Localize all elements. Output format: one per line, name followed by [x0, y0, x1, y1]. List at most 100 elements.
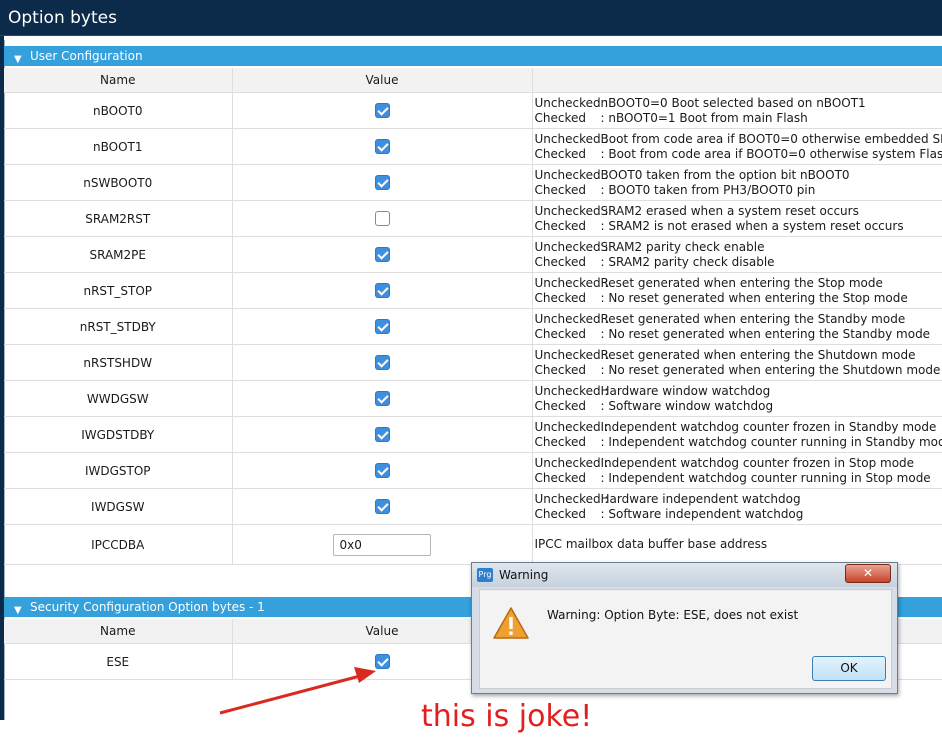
description-checked: Checked: Boot from code area if BOOT0=0 … [534, 146, 942, 161]
option-description: Unchecked :Reset generated when entering… [532, 272, 942, 309]
option-name: nBOOT1 [4, 128, 233, 165]
ok-button[interactable]: OK [812, 656, 886, 681]
option-name: ESE [4, 643, 233, 680]
description-checked: Checked: Software independent watchdog [534, 506, 804, 521]
dialog-title: Warning [499, 568, 549, 582]
option-description: Unchecked :Reset generated when entering… [532, 344, 942, 381]
option-name: SRAM2PE [4, 236, 233, 273]
option-checkbox[interactable] [374, 283, 390, 298]
col-header-description [532, 68, 942, 93]
ese-checkbox[interactable] [374, 654, 390, 669]
option-name: WWDGSW [4, 380, 233, 417]
option-name: IWDGSTOP [4, 452, 233, 489]
table-row: SRAM2PE Unchecked :SRAM2 parity check ena… [4, 236, 942, 273]
description-unchecked: Unchecked :nBOOT0=0 Boot selected based … [534, 95, 866, 110]
option-name: nBOOT0 [4, 92, 233, 129]
option-checkbox[interactable] [374, 319, 390, 334]
annotation-text: this is joke! [421, 699, 593, 734]
option-description: Unchecked :SRAM2 parity check enable Chec… [532, 236, 942, 273]
option-description: Unchecked :Hardware window watchdog Check… [532, 380, 942, 417]
user-config-table: Name Value nBOOT0 Unchecked :nBOOT0=0 Boo… [4, 68, 942, 565]
collapse-triangle-icon[interactable]: ▼ [14, 601, 22, 621]
description-checked: Checked: SRAM2 is not erased when a syst… [534, 218, 904, 233]
description-unchecked: Unchecked :Independent watchdog counter … [534, 455, 915, 470]
option-name: nSWBOOT0 [4, 164, 233, 201]
option-checkbox[interactable] [374, 175, 390, 190]
description-checked: Checked: Independent watchdog counter ru… [534, 470, 931, 485]
col-header-name[interactable]: Name [4, 68, 233, 93]
table-header-row: Name Value [4, 68, 942, 93]
warning-triangle-icon [493, 607, 529, 639]
option-checkbox[interactable] [374, 427, 390, 442]
option-description: Unchecked :nBOOT0=0 Boot selected based … [532, 92, 942, 129]
table-row-ipccdba: IPCCDBA 0x0 IPCC mailbox data buffer base … [4, 524, 942, 565]
description-unchecked: Unchecked :Hardware window watchdog [534, 383, 771, 398]
table-row: nRST_STOP Unchecked :Reset generated when… [4, 272, 942, 309]
option-description: Unchecked :Independent watchdog counter … [532, 452, 942, 489]
user-config-header[interactable]: ▼ User Configuration [4, 46, 942, 66]
option-description: Unchecked :Independent watchdog counter … [532, 416, 942, 453]
description-checked: Checked: BOOT0 taken from PH3/BOOT0 pin [534, 182, 816, 197]
description-checked: Checked: nBOOT0=1 Boot from main Flash [534, 110, 808, 125]
table-row: nRSTSHDW Unchecked :Reset generated when … [4, 344, 942, 381]
option-name: IWGDSTDBY [4, 416, 233, 453]
option-checkbox[interactable] [374, 391, 390, 406]
description-unchecked: Unchecked :BOOT0 taken from the option b… [534, 167, 850, 182]
table-row: SRAM2RST Unchecked :SRAM2 erased when a s… [4, 200, 942, 237]
option-description: Unchecked :BOOT0 taken from the option b… [532, 164, 942, 201]
dialog-body: Warning: Option Byte: ESE, does not exis… [479, 589, 892, 689]
option-name: IPCCDBA [4, 524, 233, 565]
option-checkbox[interactable] [374, 247, 390, 262]
description-checked: Checked: SRAM2 parity check disable [534, 254, 775, 269]
option-name: SRAM2RST [4, 200, 233, 237]
table-row: nSWBOOT0 Unchecked :BOOT0 taken from the … [4, 164, 942, 201]
table-row: IWDGSTOP Unchecked :Independent watchdog … [4, 452, 942, 489]
description-unchecked: Unchecked :Hardware independent watchdog [534, 491, 801, 506]
col-header-value[interactable]: Value [232, 68, 533, 93]
option-description: IPCC mailbox data buffer base address [532, 524, 942, 565]
table-row: IWDGSW Unchecked :Hardware independent wa… [4, 488, 942, 525]
description-unchecked: Unchecked :SRAM2 parity check enable [534, 239, 765, 254]
table-row: nBOOT1 Unchecked :Boot from code area if … [4, 128, 942, 165]
option-checkbox[interactable] [374, 355, 390, 370]
option-name: nRST_STOP [4, 272, 233, 309]
table-row: IWGDSTDBY Unchecked :Independent watchdog… [4, 416, 942, 453]
option-checkbox[interactable] [374, 211, 390, 226]
description-checked: Checked: No reset generated when enterin… [534, 362, 941, 377]
table-row: nRST_STDBY Unchecked :Reset generated whe… [4, 308, 942, 345]
option-description: Unchecked :SRAM2 erased when a system re… [532, 200, 942, 237]
dialog-message: Warning: Option Byte: ESE, does not exis… [547, 608, 799, 622]
description-unchecked: Unchecked :SRAM2 erased when a system re… [534, 203, 859, 218]
app-icon: Prg [477, 568, 493, 582]
option-description: Unchecked :Hardware independent watchdog… [532, 488, 942, 525]
description-unchecked: Unchecked :Reset generated when entering… [534, 347, 916, 362]
description-checked: Checked: No reset generated when enterin… [534, 290, 908, 305]
option-name: nRST_STDBY [4, 308, 233, 345]
option-name: IWDGSW [4, 488, 233, 525]
window-title: Option bytes [0, 0, 942, 36]
ipccdba-input[interactable]: 0x0 [332, 533, 431, 556]
description-unchecked: Unchecked :Reset generated when entering… [534, 311, 906, 326]
description-checked: Checked: No reset generated when enterin… [534, 326, 931, 341]
option-description: Unchecked :Boot from code area if BOOT0=… [532, 128, 942, 165]
table-row: WWDGSW Unchecked :Hardware window watchdo… [4, 380, 942, 417]
user-config-title: User Configuration [30, 49, 143, 63]
collapse-triangle-icon[interactable]: ▼ [14, 50, 22, 70]
option-checkbox[interactable] [374, 499, 390, 514]
description-unchecked: Unchecked :Boot from code area if BOOT0=… [534, 131, 942, 146]
security-config-title: Security Configuration Option bytes - 1 [30, 600, 265, 614]
table-row: nBOOT0 Unchecked :nBOOT0=0 Boot selected … [4, 92, 942, 129]
description-unchecked: Unchecked :Reset generated when entering… [534, 275, 883, 290]
dialog-titlebar[interactable]: Prg Warning ✕ [472, 563, 897, 587]
option-checkbox[interactable] [374, 139, 390, 154]
option-description: Unchecked :Reset generated when entering… [532, 308, 942, 345]
option-name: nRSTSHDW [4, 344, 233, 381]
description-unchecked: Unchecked :Independent watchdog counter … [534, 419, 937, 434]
close-button[interactable]: ✕ [845, 564, 891, 583]
col-header-name[interactable]: Name [4, 619, 233, 644]
warning-dialog: Prg Warning ✕ Warning: Option Byte: ESE,… [471, 562, 898, 694]
option-checkbox[interactable] [374, 463, 390, 478]
description-checked: Checked: Independent watchdog counter ru… [534, 434, 942, 449]
option-checkbox[interactable] [374, 103, 390, 118]
description-checked: Checked: Software window watchdog [534, 398, 774, 413]
